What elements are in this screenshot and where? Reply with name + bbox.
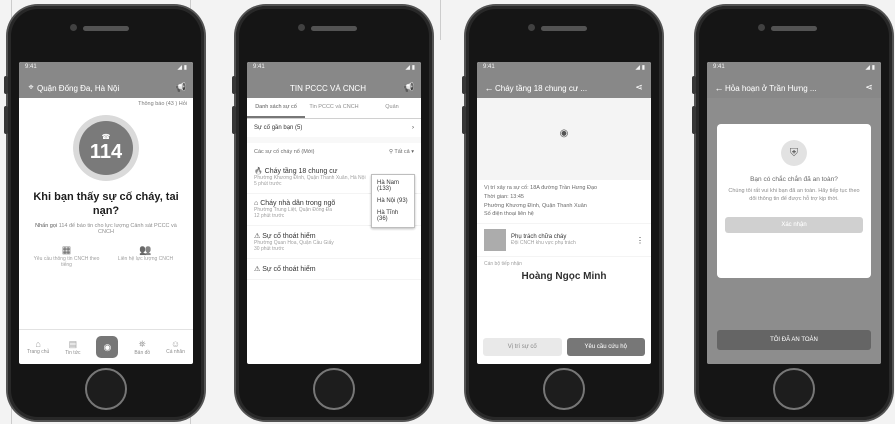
app-bar: 9:41 ◢ ▮ ← Hỏa hoạn ở Trần Hưng ... ⋖ [707,62,881,98]
phone-home-screen: 9:41 ◢ ▮ ⌖ Quận Đống Đa, Hà Nội 📢 Thông b… [4,6,204,420]
detail-line: Số điện thoại liên hệ [484,211,534,218]
nav-report[interactable]: ◉ [96,336,119,358]
nav-home[interactable]: ⌂ Trang chủ [27,339,49,355]
action-label: Liên hệ lực lượng CNCH [117,255,174,262]
action-request-info[interactable]: ▦ Yêu cầu thông tin CNCH theo tiếng [32,245,102,268]
sort-dropdown[interactable]: ⚲ Tất cả ▾ [389,149,414,155]
tab-manage[interactable]: Quản [363,98,421,118]
app-bar: 9:41 ◢ ▮ ← Cháy tầng 18 chung cư ... ⋖ [477,62,651,98]
hint-text: 114 để báo tin cho lực lượng Cảnh sát PC… [58,222,177,235]
home-button[interactable] [543,368,585,410]
action-contact[interactable]: 👥 Liên hệ lực lượng CNCH [111,245,181,268]
list-item[interactable]: ⚠ Sự cố thoát hiểm [247,259,421,280]
chevron-right-icon: › [412,125,414,131]
location-icon[interactable]: ⌖ [25,82,37,93]
phone-incident-list: 9:41 ◢ ▮ TIN PCCC VÀ CNCH 📢 Danh sách sự … [232,6,432,420]
map-icon: ⛯ [138,338,146,349]
nearby-filter[interactable]: Sự cố gần bạn (5) › [247,119,421,137]
more-icon[interactable]: ⋮ [636,236,644,245]
tab-incidents[interactable]: Danh sách sự cố [247,98,305,118]
home-button[interactable] [85,368,127,410]
app-bar: 9:41 ◢ ▮ ⌖ Quận Đống Đa, Hà Nội 📢 [19,62,193,98]
hint-prefix: Nhấn gọi [35,222,58,229]
alert-icon: ⚠ [254,266,261,273]
card-thumbnail [484,229,506,252]
safety-dialog: ⛨ Bạn có chắc chắn đã an toàn? Chúng tôi… [717,124,871,278]
detail-line: Thời gian: 13:45 [484,193,524,200]
share-icon[interactable]: ⋖ [633,82,645,93]
back-arrow-icon[interactable]: ← [483,83,495,93]
alert-icon: ⚠ [254,233,261,240]
app-bar: 9:41 ◢ ▮ TIN PCCC VÀ CNCH 📢 [247,62,421,98]
fire-icon: 🔥 [254,168,263,175]
nav-news[interactable]: ▤ Tin tức [65,339,80,356]
action-label: Yêu cầu thông tin CNCH theo tiếng [33,255,100,268]
phone-safety-confirm: 9:41 ◢ ▮ ← Hỏa hoạn ở Trần Hưng ... ⋖ ⛨ B… [692,6,892,420]
i-am-safe-button[interactable]: TÔI ĐÃ AN TOÀN [717,330,871,350]
screen: 9:41 ◢ ▮ ← Hỏa hoạn ở Trần Hưng ... ⋖ ⛨ B… [707,62,881,364]
province-popup: Hà Nam (133) Hà Nội (93) Hà Tĩnh (36) [371,174,415,228]
home-button[interactable] [773,368,815,410]
profile-icon: ☺ [170,339,181,349]
screen: 9:41 ◢ ▮ ← Cháy tầng 18 chung cư ... ⋖ ◉ … [477,62,651,364]
phone-incident-detail: 9:41 ◢ ▮ ← Cháy tầng 18 chung cư ... ⋖ ◉ … [462,6,662,420]
detail-line: Phường Khương Đình, Quận Thanh Xuân [484,202,587,209]
megaphone-icon[interactable]: 📢 [403,82,415,93]
grid-icon: ▦ [61,244,72,256]
emergency-number: 114 [89,140,123,163]
responder-label: Cán bộ tiếp nhận [484,261,523,268]
dialog-title: Bạn có chắc chắn đã an toàn? [750,176,838,183]
item-time: 30 phút trước [254,246,285,252]
dialog-body: Chúng tôi rất vui khi bạn đã an toàn. Hã… [728,188,860,202]
home-button[interactable] [313,368,355,410]
page-headline: Khi bạn thấy sự cố cháy, tai nạn? [33,191,179,217]
map-pin-icon: ◉ [559,128,569,139]
page-title: Hỏa hoạn ở Trần Hưng ... [725,84,817,93]
megaphone-icon[interactable]: 📢 [175,82,187,93]
popup-item[interactable]: Hà Nội (93) [372,195,414,207]
screen: 9:41 ◢ ▮ ⌖ Quận Đống Đa, Hà Nội 📢 Thông b… [19,62,193,364]
tab-bar: Danh sách sự cố Tin PCCC và CNCH Quản [247,98,421,119]
responder-card[interactable]: Phụ trách chữa cháy Đội CNCH khu vực phụ… [477,223,651,258]
share-icon[interactable]: ⋖ [863,82,875,93]
home-icon: ⌂ [35,339,41,349]
shield-icon: ⛨ [781,140,807,166]
phone-icon: ☎ [101,133,111,141]
location-title[interactable]: Quận Đống Đa, Hà Nội [37,84,175,93]
news-icon: ▤ [68,338,78,349]
bottom-nav: ⌂ Trang chủ ▤ Tin tức ◉ ⛯ Bản đồ ☺ Cá nhân [19,329,193,364]
users-icon: 👥 [139,244,152,256]
filter-label: Sự cố gần bạn (5) [254,125,303,131]
request-rescue-button[interactable]: Yêu cầu cứu hộ [566,338,645,356]
camera-icon: ◉ [96,336,119,358]
notifications-link[interactable]: Thông báo (43 ) Hỏi [19,98,193,107]
call-114-button[interactable]: ☎ 114 [79,121,133,175]
responder-name: Hoàng Ngọc Minh [521,271,607,283]
house-icon: ⌂ [254,200,259,207]
incident-map[interactable]: ◉ [477,98,651,180]
detail-line: Vị trí xảy ra sự cố: 18A đường Trần Hưng… [484,185,598,191]
nav-profile[interactable]: ☺ Cá nhân [166,339,185,355]
popup-item[interactable]: Hà Tĩnh (36) [372,207,414,225]
back-arrow-icon[interactable]: ← [713,83,725,93]
nav-map[interactable]: ⛯ Bản đồ [134,339,150,356]
page-title: TIN PCCC VÀ CNCH [289,84,366,93]
card-desc: Đội CNCH khu vực phụ trách [511,240,576,247]
scan-line [440,0,441,40]
incident-location-button[interactable]: Vị trí sự cố [483,338,562,356]
sort-label: Các sự cố cháy nổ (Mới) [254,149,315,155]
popup-item[interactable]: Hà Nam (133) [372,177,414,195]
confirm-button[interactable]: Xác nhận [725,217,863,234]
list-item[interactable]: ⚠ Sự cố thoát hiểm Phường Quan Hoa, Quận… [247,226,421,259]
screen: 9:41 ◢ ▮ TIN PCCC VÀ CNCH 📢 Danh sách sự … [247,62,421,364]
page-title: Cháy tầng 18 chung cư ... [495,84,588,93]
tab-news[interactable]: Tin PCCC và CNCH [305,98,363,118]
